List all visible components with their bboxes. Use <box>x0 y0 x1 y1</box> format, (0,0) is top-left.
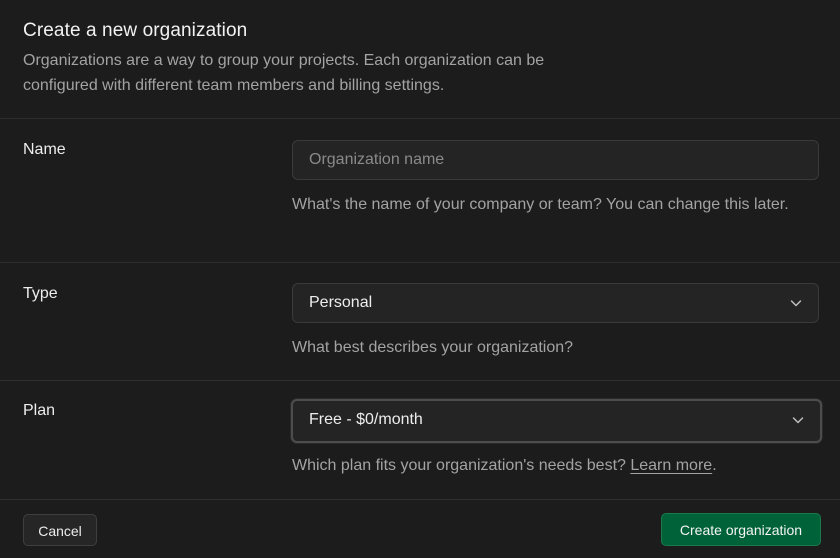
plan-help-suffix: . <box>712 457 717 474</box>
organization-name-input[interactable] <box>293 141 818 179</box>
create-organization-dialog: Create a new organization Organizations … <box>0 0 840 558</box>
type-form-row: Type Personal What best describes your o… <box>0 263 840 381</box>
type-label: Type <box>23 285 58 302</box>
type-help-text: What best describes your organization? <box>292 339 574 356</box>
cancel-button[interactable]: Cancel <box>23 514 97 546</box>
name-form-row: Name What's the name of your company or … <box>0 119 840 263</box>
plan-select[interactable]: Free - $0/month <box>291 399 822 443</box>
plan-help-text: Which plan fits your organization's need… <box>292 453 822 478</box>
create-organization-button[interactable]: Create organization <box>661 513 821 546</box>
name-field-container <box>292 140 819 180</box>
learn-more-link[interactable]: Learn more <box>630 457 712 474</box>
plan-form-row: Plan Free - $0/month Which plan fits you… <box>0 381 840 500</box>
name-help-text: What's the name of your company or team?… <box>292 196 789 213</box>
name-label: Name <box>23 141 66 158</box>
dialog-footer: Cancel Create organization <box>0 500 840 558</box>
type-select-value: Personal <box>309 294 373 311</box>
dialog-header: Create a new organization Organizations … <box>0 0 840 119</box>
page-subtitle: Organizations are a way to group your pr… <box>23 52 545 94</box>
chevron-down-icon <box>792 417 804 424</box>
plan-help-prefix: Which plan fits your organization's need… <box>292 457 631 474</box>
type-select[interactable]: Personal <box>292 283 819 323</box>
page-title: Create a new organization <box>23 20 248 41</box>
chevron-down-icon <box>790 300 802 307</box>
plan-label: Plan <box>23 402 56 419</box>
plan-select-value: Free - $0/month <box>309 411 423 428</box>
